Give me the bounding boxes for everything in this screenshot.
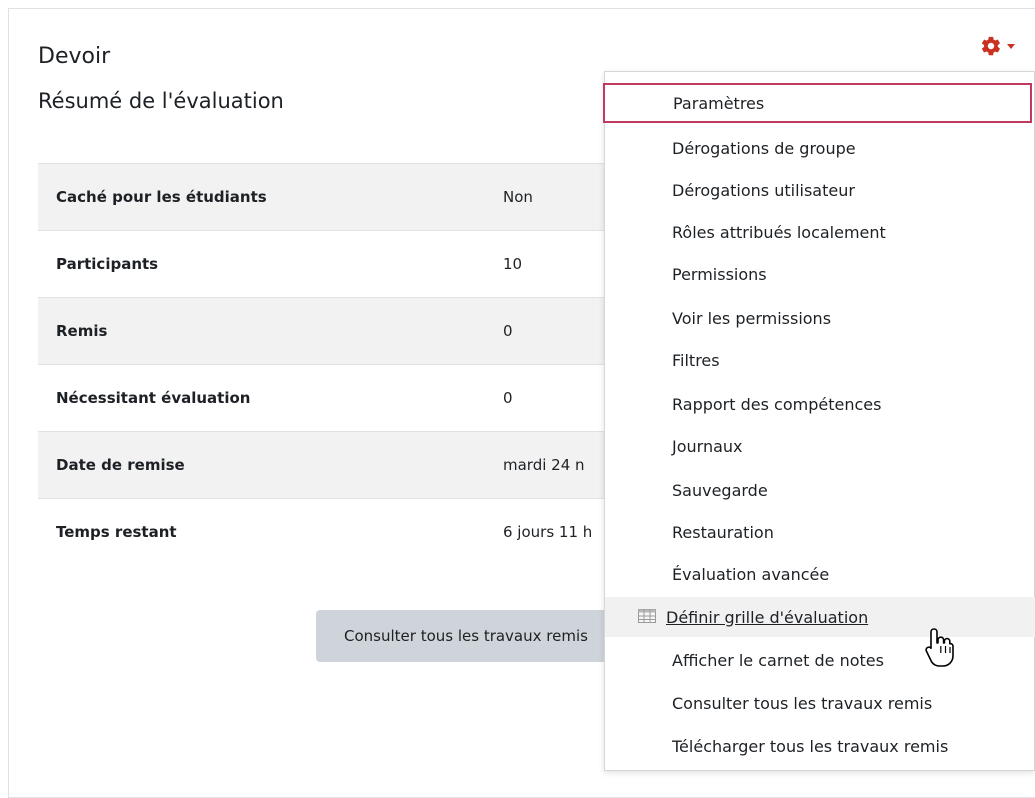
menu-item-filtres[interactable]: Filtres: [605, 340, 1035, 380]
menu-item-voir-permissions[interactable]: Voir les permissions: [605, 298, 1035, 338]
grid-icon: [638, 608, 656, 627]
grading-summary-table: Caché pour les étudiants Non Participant…: [38, 163, 638, 566]
settings-dropdown-menu: Paramètres Dérogations de groupe Dérogat…: [603, 71, 1035, 771]
menu-item-restauration[interactable]: Restauration: [605, 512, 1035, 552]
menu-item-rapport-competences[interactable]: Rapport des compétences: [605, 384, 1035, 424]
menu-item-parametres[interactable]: Paramètres: [603, 83, 1032, 123]
row-label: Nécessitant évaluation: [38, 364, 485, 432]
table-row: Nécessitant évaluation 0: [38, 364, 638, 432]
menu-item-sauvegarde[interactable]: Sauvegarde: [605, 470, 1035, 510]
row-label: Participants: [38, 230, 485, 298]
row-label: Date de remise: [38, 431, 485, 499]
hand-cursor-icon: [923, 626, 959, 672]
table-row: Remis 0: [38, 297, 638, 365]
menu-item-permissions[interactable]: Permissions: [605, 254, 1035, 294]
row-label: Remis: [38, 297, 485, 365]
page-title: Devoir: [38, 44, 111, 69]
row-label: Temps restant: [38, 498, 485, 566]
menu-item-derogations-utilisateur[interactable]: Dérogations utilisateur: [605, 170, 1035, 210]
table-row: Participants 10: [38, 230, 638, 298]
menu-item-consulter-travaux[interactable]: Consulter tous les travaux remis: [605, 683, 1035, 723]
menu-item-derogations-groupe[interactable]: Dérogations de groupe: [605, 128, 1035, 168]
view-all-submissions-button[interactable]: Consulter tous les travaux remis: [316, 610, 636, 662]
grading-summary-heading: Résumé de l'évaluation: [38, 89, 284, 113]
menu-item-roles-locaux[interactable]: Rôles attribués localement: [605, 212, 1035, 252]
menu-item-evaluation-avancee[interactable]: Évaluation avancée: [605, 554, 1035, 594]
menu-item-telecharger-travaux[interactable]: Télécharger tous les travaux remis: [605, 726, 1035, 766]
row-label: Caché pour les étudiants: [38, 163, 485, 231]
table-row: Date de remise mardi 24 n: [38, 431, 638, 499]
menu-item-carnet-notes[interactable]: Afficher le carnet de notes: [605, 640, 1035, 680]
menu-item-definir-grille[interactable]: Définir grille d'évaluation: [605, 597, 1035, 637]
menu-item-journaux[interactable]: Journaux: [605, 426, 1035, 466]
table-row: Caché pour les étudiants Non: [38, 163, 638, 231]
gear-icon: [980, 35, 1002, 57]
chevron-down-icon: [1007, 43, 1015, 49]
settings-menu-toggle[interactable]: [980, 30, 1026, 62]
table-row: Temps restant 6 jours 11 h: [38, 498, 638, 566]
